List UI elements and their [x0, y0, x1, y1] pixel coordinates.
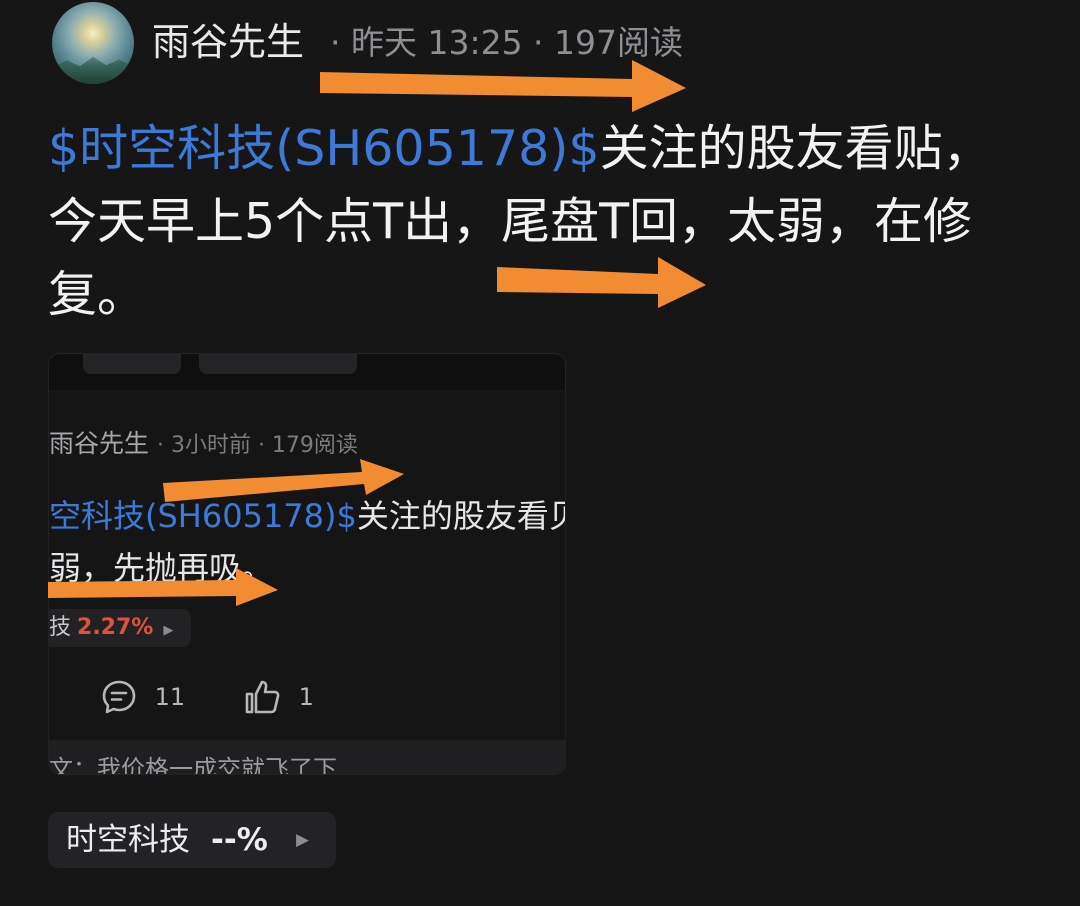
arrow-annotation [48, 568, 278, 606]
arrow-annotation [163, 459, 404, 502]
arrow-annotation [320, 60, 686, 112]
arrow-annotation [497, 257, 706, 308]
arrow-annotations [48, 60, 706, 606]
